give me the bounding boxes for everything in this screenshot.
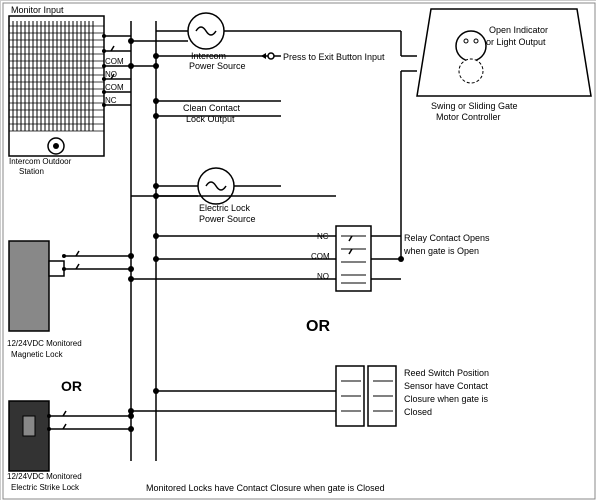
svg-text:Electric Strike Lock: Electric Strike Lock [11,483,80,492]
svg-text:12/24VDC Monitored: 12/24VDC Monitored [7,472,82,481]
svg-text:Relay Contact Opens: Relay Contact Opens [404,233,490,243]
svg-text:NC: NC [105,96,117,105]
svg-text:Monitor Input: Monitor Input [11,5,64,15]
svg-text:Swing or Sliding Gate: Swing or Sliding Gate [431,101,518,111]
svg-text:Motor Controller: Motor Controller [436,112,501,122]
svg-text:Press to Exit Button Input: Press to Exit Button Input [283,52,385,62]
svg-text:Power Source: Power Source [199,214,256,224]
svg-text:Closure when gate is: Closure when gate is [404,394,489,404]
wiring-diagram: Monitor Input COM NO COM NC [0,0,596,500]
svg-text:Electric Lock: Electric Lock [199,203,251,213]
svg-text:Intercom Outdoor: Intercom Outdoor [9,157,72,166]
svg-text:COM: COM [105,83,124,92]
svg-text:Monitored Locks have Contact C: Monitored Locks have Contact Closure whe… [146,483,385,493]
svg-text:OR: OR [306,318,330,335]
svg-text:Open Indicator: Open Indicator [489,25,548,35]
svg-text:Magnetic Lock: Magnetic Lock [11,350,64,359]
svg-text:or Light Output: or Light Output [486,37,546,47]
svg-text:12/24VDC Monitored: 12/24VDC Monitored [7,339,82,348]
svg-text:Clean Contact: Clean Contact [183,103,241,113]
svg-text:COM: COM [105,57,124,66]
svg-text:when gate is Open: when gate is Open [403,246,479,256]
svg-text:Reed Switch Position: Reed Switch Position [404,368,489,378]
svg-text:OR: OR [61,378,82,394]
svg-text:Power Source: Power Source [189,61,246,71]
svg-text:Sensor have Contact: Sensor have Contact [404,381,489,391]
svg-text:Closed: Closed [404,407,432,417]
svg-text:Station: Station [19,167,44,176]
